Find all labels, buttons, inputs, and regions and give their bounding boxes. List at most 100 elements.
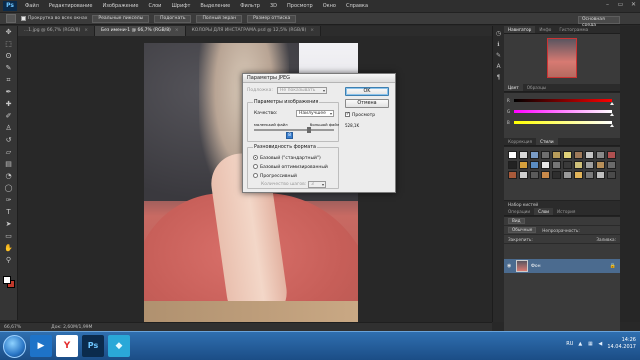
doc-tab-2[interactable]: Без имени-1 @ 66,7% (RGB/8) × — [95, 26, 186, 36]
layer-name[interactable]: Фон — [531, 264, 541, 269]
baseline-radio[interactable] — [253, 155, 258, 160]
style-preset-swatch[interactable] — [585, 161, 594, 169]
navigator-thumbnail[interactable] — [547, 38, 577, 78]
app-taskbar-icon[interactable]: ◆ — [108, 335, 130, 357]
style-preset-swatch[interactable] — [508, 161, 517, 169]
close-icon[interactable]: × — [84, 28, 88, 33]
crop-tool-icon[interactable]: ⌗ — [4, 76, 14, 85]
quality-slider-knob[interactable] — [307, 127, 311, 133]
visibility-eye-icon[interactable]: ◉ — [507, 263, 513, 269]
style-preset-swatch[interactable] — [607, 161, 616, 169]
photoshop-taskbar-icon[interactable]: Ps — [82, 335, 104, 357]
style-preset-swatch[interactable] — [585, 151, 594, 159]
quality-slider[interactable] — [254, 127, 334, 133]
pen-tool-icon[interactable]: ✑ — [4, 196, 14, 205]
style-preset-swatch[interactable] — [563, 161, 572, 169]
style-preset-swatch[interactable] — [541, 151, 550, 159]
character-panel-icon[interactable]: A — [495, 63, 503, 70]
scroll-all-windows-option[interactable]: Прокрутка во всех окнах — [21, 16, 87, 21]
foreground-color-swatch[interactable] — [3, 276, 11, 284]
blue-knob[interactable] — [610, 124, 614, 127]
fill-screen-button[interactable]: Полный экран — [196, 14, 243, 23]
tab-histogram[interactable]: Гистограмма — [555, 26, 592, 33]
zoom-tool-icon[interactable]: ⚲ — [4, 256, 14, 265]
progressive-radio[interactable] — [253, 173, 258, 178]
quick-select-tool-icon[interactable]: ✎ — [4, 64, 14, 73]
history-panel-icon[interactable]: ◷ — [495, 30, 503, 37]
red-track[interactable] — [514, 99, 612, 102]
path-select-tool-icon[interactable]: ➤ — [4, 220, 14, 229]
dodge-tool-icon[interactable]: ◯ — [4, 184, 14, 193]
red-slider[interactable]: R — [507, 98, 614, 105]
history-brush-tool-icon[interactable]: ↺ — [4, 136, 14, 145]
zoom-level[interactable]: 66,67% — [4, 325, 21, 330]
tab-styles[interactable]: Стили — [536, 138, 558, 145]
shape-tool-icon[interactable]: ▭ — [4, 232, 14, 241]
layer-row[interactable]: ◉ Фон 🔒 — [504, 259, 620, 273]
green-knob[interactable] — [610, 113, 614, 116]
style-preset-swatch[interactable] — [574, 151, 583, 159]
print-size-button[interactable]: Размер оттиска — [247, 14, 297, 23]
media-player-taskbar-icon[interactable]: ▶ — [30, 335, 52, 357]
style-preset-swatch[interactable] — [530, 171, 539, 179]
style-preset-swatch[interactable] — [596, 171, 605, 179]
menu-image[interactable]: Изображение — [97, 3, 143, 9]
volume-icon[interactable]: ◀ — [597, 341, 603, 347]
close-icon[interactable]: × — [310, 28, 314, 33]
eraser-tool-icon[interactable]: ▱ — [4, 148, 14, 157]
show-hidden-icons-icon[interactable]: ▲ — [577, 341, 583, 347]
menu-edit[interactable]: Редактирование — [44, 3, 98, 9]
yandex-browser-taskbar-icon[interactable]: Y — [56, 335, 78, 357]
scroll-all-checkbox[interactable] — [21, 16, 26, 21]
close-icon[interactable]: ✕ — [629, 1, 638, 9]
tab-history[interactable]: История — [553, 208, 579, 215]
menu-select[interactable]: Выделение — [195, 3, 235, 9]
matte-select[interactable]: Не показывать ▾ — [277, 87, 327, 94]
move-tool-icon[interactable]: ✥ — [4, 28, 14, 37]
menu-3d[interactable]: 3D — [265, 3, 282, 9]
format-optimized-option[interactable]: Базовый оптимизированный — [253, 164, 328, 170]
clock[interactable]: 14:26 14.04.2017 — [607, 337, 636, 351]
network-icon[interactable]: ▦ — [587, 341, 593, 347]
tab-actions[interactable]: Операции — [504, 208, 534, 215]
style-preset-swatch[interactable] — [552, 171, 561, 179]
preview-checkbox[interactable]: ✓ — [345, 112, 350, 117]
close-icon[interactable]: × — [175, 28, 179, 33]
menu-view[interactable]: Просмотр — [282, 3, 318, 9]
tab-adjustments[interactable]: Коррекция — [504, 138, 536, 145]
style-preset-swatch[interactable] — [508, 171, 517, 179]
style-preset-swatch[interactable] — [519, 151, 528, 159]
red-knob[interactable] — [610, 102, 614, 105]
green-track[interactable] — [514, 110, 612, 113]
style-preset-swatch[interactable] — [519, 161, 528, 169]
minimize-icon[interactable]: – — [603, 1, 612, 9]
format-baseline-option[interactable]: Базовый ("стандартный") — [253, 155, 321, 161]
menu-filter[interactable]: Фильтр — [235, 3, 265, 9]
menu-type[interactable]: Шрифт — [166, 3, 195, 9]
brush-panel-icon[interactable]: ✎ — [495, 52, 503, 59]
style-preset-swatch[interactable] — [585, 171, 594, 179]
ok-button[interactable]: OK — [345, 87, 389, 96]
language-indicator[interactable]: RU — [566, 341, 573, 347]
blend-mode-select[interactable]: Обычные — [508, 227, 537, 233]
style-preset-swatch[interactable] — [541, 161, 550, 169]
menu-layers[interactable]: Слои — [143, 3, 166, 9]
tab-swatches[interactable]: Образцы — [523, 84, 551, 91]
paragraph-panel-icon[interactable]: ¶ — [495, 74, 503, 81]
style-preset-swatch[interactable] — [541, 171, 550, 179]
properties-panel-icon[interactable]: ℹ — [495, 41, 503, 48]
gradient-tool-icon[interactable]: ▤ — [4, 160, 14, 169]
actual-pixels-button[interactable]: Реальные пикселы — [92, 14, 150, 23]
workspace-select[interactable]: Основная среда — [578, 16, 620, 28]
quality-input[interactable]: 8 — [286, 132, 293, 139]
lasso-tool-icon[interactable]: ʘ — [4, 52, 14, 61]
doc-tab-1[interactable]: ...1.jpg @ 66,7% (RGB/8) × — [18, 26, 96, 36]
blue-track[interactable] — [514, 121, 612, 124]
hand-tool-icon[interactable] — [6, 14, 16, 23]
style-preset-swatch[interactable] — [574, 171, 583, 179]
style-preset-swatch[interactable] — [607, 171, 616, 179]
menu-help[interactable]: Справка — [341, 3, 373, 9]
style-preset-swatch[interactable] — [508, 151, 517, 159]
brush-tool-icon[interactable]: ✐ — [4, 112, 14, 121]
type-tool-icon[interactable]: T — [4, 208, 14, 217]
